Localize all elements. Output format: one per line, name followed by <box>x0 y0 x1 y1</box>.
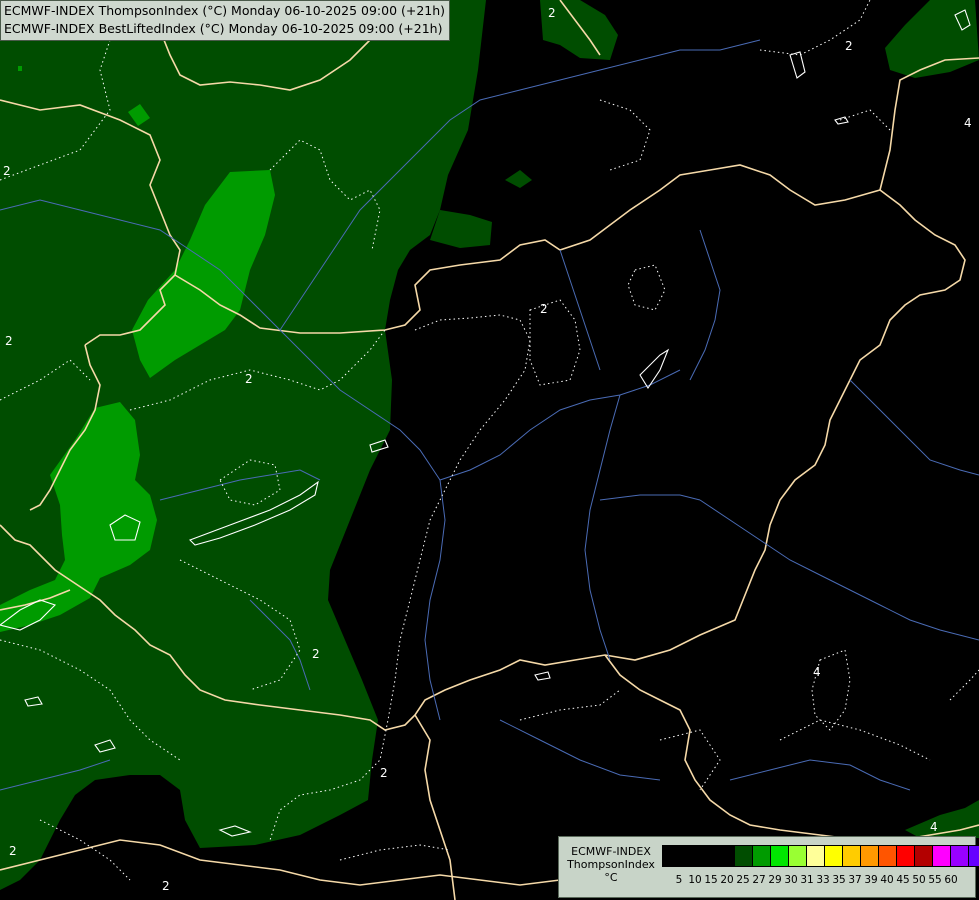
legend-swatch <box>860 845 879 867</box>
legend-tick-label: 27 <box>752 874 766 886</box>
legend-tick-label: 20 <box>720 874 734 886</box>
legend-tick-label: 55 <box>928 874 942 886</box>
contour-label: 2 <box>3 164 11 178</box>
legend-label: ECMWF-INDEX ThompsonIndex °C <box>563 845 659 884</box>
legend-tick-label: 30 <box>784 874 798 886</box>
contour-label: 4 <box>964 116 972 130</box>
legend-tick-label: 35 <box>832 874 846 886</box>
legend-swatch <box>734 845 753 867</box>
legend-parameter: ThompsonIndex <box>567 858 655 871</box>
legend-swatch <box>824 845 843 867</box>
legend-swatch <box>680 845 699 867</box>
color-legend: ECMWF-INDEX ThompsonIndex °C 5 10 15 20 25 27… <box>558 836 979 898</box>
contour-label: 2 <box>540 302 548 316</box>
legend-tick-label: 15 <box>704 874 718 886</box>
legend-swatch <box>806 845 825 867</box>
legend-swatch <box>698 845 717 867</box>
legend-swatch <box>662 845 681 867</box>
legend-swatch <box>950 845 969 867</box>
legend-tick-label: 25 <box>736 874 750 886</box>
legend-tick-label: 50 <box>912 874 926 886</box>
legend-tick-label: 39 <box>864 874 878 886</box>
legend-tick-label: 31 <box>800 874 814 886</box>
title-line-thompson-index: ECMWF-INDEX ThompsonIndex (°C) Monday 06… <box>4 3 446 18</box>
legend-tick-label: 45 <box>896 874 910 886</box>
contour-label: 2 <box>312 647 320 661</box>
legend-tick-label: 40 <box>880 874 894 886</box>
legend-swatch <box>752 845 771 867</box>
legend-swatch <box>842 845 861 867</box>
legend-tick-label: 60 <box>944 874 958 886</box>
legend-swatch <box>770 845 789 867</box>
legend-ticks: 5 10 15 20 25 27 29 30 31 33 35 37 39 40 45 50 55 60 <box>662 874 979 888</box>
legend-swatch <box>788 845 807 867</box>
contour-label: 2 <box>845 39 853 53</box>
legend-unit: °C <box>604 871 618 884</box>
legend-swatch <box>914 845 933 867</box>
contour-label: 2 <box>245 372 253 386</box>
legend-tick-label: 33 <box>816 874 830 886</box>
weather-map: 2 2 2 2 2 2 2 2 2 2 4 4 4 <box>0 0 979 900</box>
contour-label: 2 <box>162 879 170 893</box>
title-line-best-lifted-index: ECMWF-INDEX BestLiftedIndex (°C) Monday … <box>4 21 443 36</box>
contour-label: 2 <box>380 766 388 780</box>
map-title-box: ECMWF-INDEX ThompsonIndex (°C) Monday 06… <box>0 0 451 41</box>
contour-label: 2 <box>9 844 17 858</box>
legend-model: ECMWF-INDEX <box>571 845 651 858</box>
legend-tick-label: 37 <box>848 874 862 886</box>
legend-tick-label: 29 <box>768 874 782 886</box>
contour-label: 4 <box>813 665 821 679</box>
legend-tick-label: 10 <box>688 874 702 886</box>
legend-swatch <box>932 845 951 867</box>
legend-swatch <box>968 845 979 867</box>
legend-tick-label: 5 <box>675 874 683 886</box>
contour-label: 4 <box>930 820 938 834</box>
legend-swatch <box>878 845 897 867</box>
legend-swatch <box>716 845 735 867</box>
green-dot <box>18 66 22 71</box>
legend-color-bar <box>662 845 979 867</box>
contour-label: 2 <box>548 6 556 20</box>
legend-swatch <box>896 845 915 867</box>
contour-label: 2 <box>5 334 13 348</box>
